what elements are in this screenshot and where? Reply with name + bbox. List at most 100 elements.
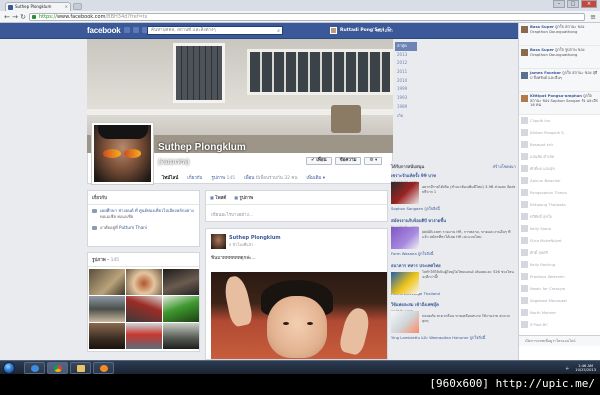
create-ad-link[interactable]: สร้างโฆษณา [492, 163, 516, 170]
chat-friend[interactable]: Kittipong Thaiwata [519, 199, 600, 211]
tab-timeline[interactable]: ไทม์ไลน์ [162, 174, 178, 181]
ad-item[interactable]: เซราะรักแท้ครั้ง 99 บาท salestrial.com อ… [391, 172, 516, 212]
messages-icon[interactable] [133, 27, 139, 33]
tab-more[interactable]: เพิ่มเติม ▾ [306, 174, 325, 181]
year-item[interactable]: ล่าสุด [395, 42, 417, 51]
message-button[interactable]: ข้อความ [334, 157, 362, 165]
ad-item[interactable]: ใช้แพ่งสะสม เข้าถึงเฟซบุ๊ค pollsth.com ป… [391, 301, 516, 341]
education-text[interactable]: เคยศึกษา ช่างยนต์ ที่ ศูนย์ท่องเที่ยวไปเ… [100, 208, 194, 213]
chat-friend[interactable]: Kelly Racking [519, 259, 600, 271]
post-author-name[interactable]: Suthep Plongklum [229, 235, 281, 241]
composer-status-tab[interactable]: โพสต์ [210, 194, 226, 201]
ad-image[interactable] [391, 272, 419, 294]
year-item[interactable]: 2013 [395, 51, 417, 60]
tab-photos[interactable]: รูปภาพ 145 [211, 174, 235, 181]
search-icon[interactable]: ⌕ [277, 28, 280, 35]
year-item[interactable]: เกิด [395, 112, 417, 121]
year-item[interactable]: 2010 [395, 77, 417, 86]
ticker-item[interactable]: Bass Super ถูกใจ สถานะ ของ Orapthon Doun… [519, 23, 600, 46]
ticker-item[interactable]: Bass Super ถูกใจ รูปภาพ ของ Orapthon Dou… [519, 46, 600, 69]
ad-image[interactable] [391, 182, 419, 204]
taskbar-chrome[interactable] [47, 362, 68, 374]
taskbar-ie[interactable] [24, 362, 45, 374]
chat-friend[interactable]: North Maimer [519, 307, 600, 319]
ad-like[interactable]: Form Wasana ถูกใจสิ่งนี้ [391, 251, 516, 257]
chat-friend[interactable]: S'Plod BC [519, 319, 600, 331]
photo-thumb[interactable] [89, 269, 125, 295]
tab-about[interactable]: เกี่ยวกับ [187, 174, 202, 181]
post-timestamp[interactable]: 5 ชั่วโมงที่แล้ว · [229, 242, 256, 248]
photo-thumb[interactable] [126, 323, 162, 349]
chat-friend[interactable]: ศักดิ์พล แสงสุข [519, 163, 600, 175]
chat-friend[interactable]: ทวีศักดิ์ สุขใจ [519, 211, 600, 223]
minimize-button[interactable]: – [553, 0, 565, 8]
taskbar-explorer[interactable] [70, 362, 91, 374]
chat-friend[interactable]: Nwaic far Creasyw [519, 283, 600, 295]
ad-like[interactable]: Sophon Sangaen ถูกใจสิ่งนี้ [391, 206, 516, 212]
ad-image[interactable] [391, 227, 419, 249]
ad-item[interactable]: สมัครงานกับจ็อบดีบี หาง่ายขึ้น th.jobsdb… [391, 217, 516, 257]
chat-friend[interactable]: Sagdawe Manasaat [519, 295, 600, 307]
start-button[interactable] [3, 362, 15, 374]
photo-thumb[interactable] [89, 323, 125, 349]
close-tab-icon[interactable]: × [65, 3, 68, 11]
photo-thumb[interactable] [163, 323, 199, 349]
chat-friend[interactable]: Kelly Sama [519, 223, 600, 235]
facebook-search-input[interactable]: ค้นหาบุคคล, สถานที่ และสิ่งต่างๆ ⌕ [147, 26, 283, 35]
chat-friend[interactable]: Pradleya Weerami [519, 271, 600, 283]
year-item[interactable]: 2011 [395, 68, 417, 77]
more-gear-button[interactable]: ⚙ ▾ [364, 157, 383, 165]
ticker-item[interactable]: James Facebor ถูกใจ สถานะ ของ สุธีป จึงท… [519, 69, 600, 92]
close-window-button[interactable]: × [581, 0, 597, 8]
address-bar[interactable]: https://www.facebook.com/BBH34d?fref=ts [29, 13, 585, 21]
friend-requests-icon[interactable] [124, 27, 130, 33]
ticker-item[interactable]: Kittipat Pongsa-amphan ถูกใจ สถานะ ของ S… [519, 92, 600, 115]
photo-thumb[interactable] [89, 296, 125, 322]
chat-friend[interactable]: Eijca MoheNdyet [519, 235, 600, 247]
year-item[interactable]: 1989 [395, 103, 417, 112]
profile-picture[interactable] [91, 122, 154, 185]
chat-friend[interactable]: Bosepot krit [519, 139, 600, 151]
year-item[interactable]: 1993 [395, 94, 417, 103]
photos-heading[interactable]: รูปภาพ · 145 [88, 253, 199, 267]
taskbar-clock[interactable]: 1:46 AM 10/25/2013 [575, 364, 596, 373]
photo-thumb[interactable] [163, 269, 199, 295]
new-tab-button[interactable] [73, 3, 82, 10]
ad-like[interactable]: Ying Lambrettu และ Weerapitan Hanuner ถู… [391, 335, 516, 341]
photo-thumb[interactable] [163, 296, 199, 322]
photo-thumb[interactable] [126, 269, 162, 295]
back-arrow-icon[interactable]: ← [3, 13, 11, 21]
ad-title[interactable]: ธนาคาร ทหาร ประเทศไทย [391, 262, 516, 269]
wrench-menu-icon[interactable]: ≡ [590, 13, 596, 21]
ad-title[interactable]: เซราะรักแท้ครั้ง 99 บาท [391, 172, 516, 179]
ad-title[interactable]: ใช้แพ่งสะสม เข้าถึงเฟซบุ๊ค [391, 301, 516, 308]
tab-friends[interactable]: เพื่อน มีเพื่อนร่วมกัน 32 คน [244, 174, 297, 181]
reload-icon[interactable]: ↻ [19, 13, 27, 21]
chat-friend[interactable]: ศักดิ์ สุขศรี [519, 247, 600, 259]
settings-gear-icon[interactable]: ⚙ [386, 26, 391, 33]
ad-item[interactable]: ธนาคาร ทหาร ประเทศไทย ไปทำให้ให้เป็นผู้ใ… [391, 262, 516, 296]
browser-tab-active[interactable]: Suthep Plongklum × [5, 2, 71, 11]
photo-thumb[interactable] [126, 296, 162, 322]
chat-search-bar[interactable]: เปิดการแชทเพื่อดูว่าใครออนไลน์ [518, 335, 600, 346]
year-item[interactable]: 2012 [395, 59, 417, 68]
about-heading[interactable]: เกี่ยวกับ [88, 191, 199, 205]
lives-in-place[interactable]: Puttum Thani [119, 225, 147, 230]
maximize-button[interactable]: □ [567, 0, 579, 8]
forward-arrow-icon[interactable]: → [11, 13, 19, 21]
facebook-logo[interactable]: facebook [87, 26, 121, 35]
chat-friend[interactable]: แสนชัย คำเชย [519, 151, 600, 163]
composer-photo-tab[interactable]: รูปภาพ [234, 194, 253, 201]
chat-friend[interactable]: Kitikan Pongsuk S. [519, 127, 600, 139]
post-photo[interactable] [211, 272, 387, 359]
friends-button[interactable]: ✔ เพื่อน [306, 157, 332, 165]
chat-friend[interactable]: Apinun Bowchai [519, 175, 600, 187]
taskbar-media-player[interactable] [93, 362, 114, 374]
chat-friend[interactable]: Clippiti Inu [519, 115, 600, 127]
chat-friend[interactable]: Pongsaphon Tivevo [519, 187, 600, 199]
composer-input[interactable]: เขียนอะไรบางอย่าง... [206, 205, 387, 224]
ad-image[interactable] [391, 311, 419, 333]
year-item[interactable]: 1999 [395, 85, 417, 94]
volume-icon[interactable]: 🔈 [566, 366, 570, 370]
ad-title[interactable]: สมัครงานกับจ็อบดีบี หาง่ายขึ้น [391, 217, 516, 224]
